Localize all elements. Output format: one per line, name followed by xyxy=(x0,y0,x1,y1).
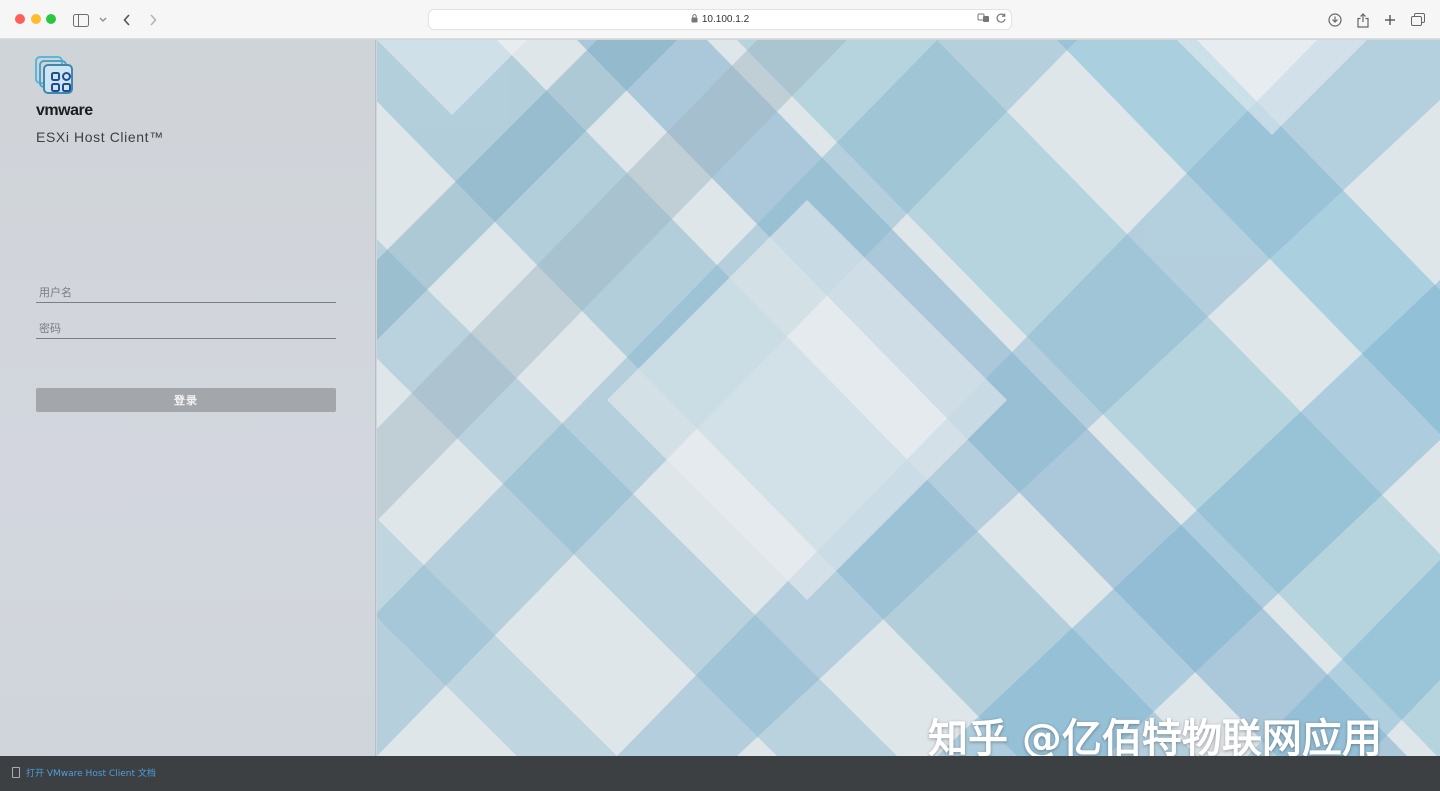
esxi-logo-icon xyxy=(35,56,75,96)
forward-arrow-icon[interactable] xyxy=(143,10,163,30)
zoom-window-button[interactable] xyxy=(46,14,56,24)
back-arrow-icon[interactable] xyxy=(117,10,137,30)
browser-toolbar: 10.100.1.2 xyxy=(0,0,1440,39)
watermark-text: 知乎 @亿佰特物联网应用 xyxy=(928,716,1382,756)
background-pattern: 知乎 @亿佰特物联网应用 xyxy=(377,40,1440,756)
close-window-button[interactable] xyxy=(15,14,25,24)
password-input[interactable] xyxy=(36,319,336,339)
new-tab-plus-icon[interactable] xyxy=(1380,10,1400,30)
documentation-link[interactable]: 打开 VMware Host Client 文档 xyxy=(12,766,156,779)
document-icon xyxy=(12,767,20,778)
translate-icon[interactable] xyxy=(977,12,991,27)
download-icon[interactable] xyxy=(1325,10,1345,30)
username-input[interactable] xyxy=(36,283,336,303)
vmware-logo: vmware xyxy=(36,102,93,119)
tab-overview-icon[interactable] xyxy=(1408,10,1428,30)
address-bar[interactable]: 10.100.1.2 xyxy=(428,9,1012,30)
sidebar-icon[interactable] xyxy=(71,10,91,30)
address-url: 10.100.1.2 xyxy=(701,14,750,25)
minimize-window-button[interactable] xyxy=(31,14,41,24)
login-panel: vmware ESXi Host Client™ 登录 xyxy=(0,40,376,756)
login-button[interactable]: 登录 xyxy=(36,388,336,412)
login-page: vmware ESXi Host Client™ 登录 xyxy=(0,40,1440,756)
reload-icon[interactable] xyxy=(995,12,1007,27)
share-icon[interactable] xyxy=(1353,10,1373,30)
chevron-down-icon[interactable] xyxy=(93,10,113,30)
footer-bar: 打开 VMware Host Client 文档 xyxy=(0,756,1440,791)
product-name: ESXi Host Client™ xyxy=(36,129,164,145)
plaid-background-image xyxy=(377,40,1440,756)
documentation-link-label: 打开 VMware Host Client 文档 xyxy=(26,769,156,779)
lock-icon xyxy=(691,13,698,26)
